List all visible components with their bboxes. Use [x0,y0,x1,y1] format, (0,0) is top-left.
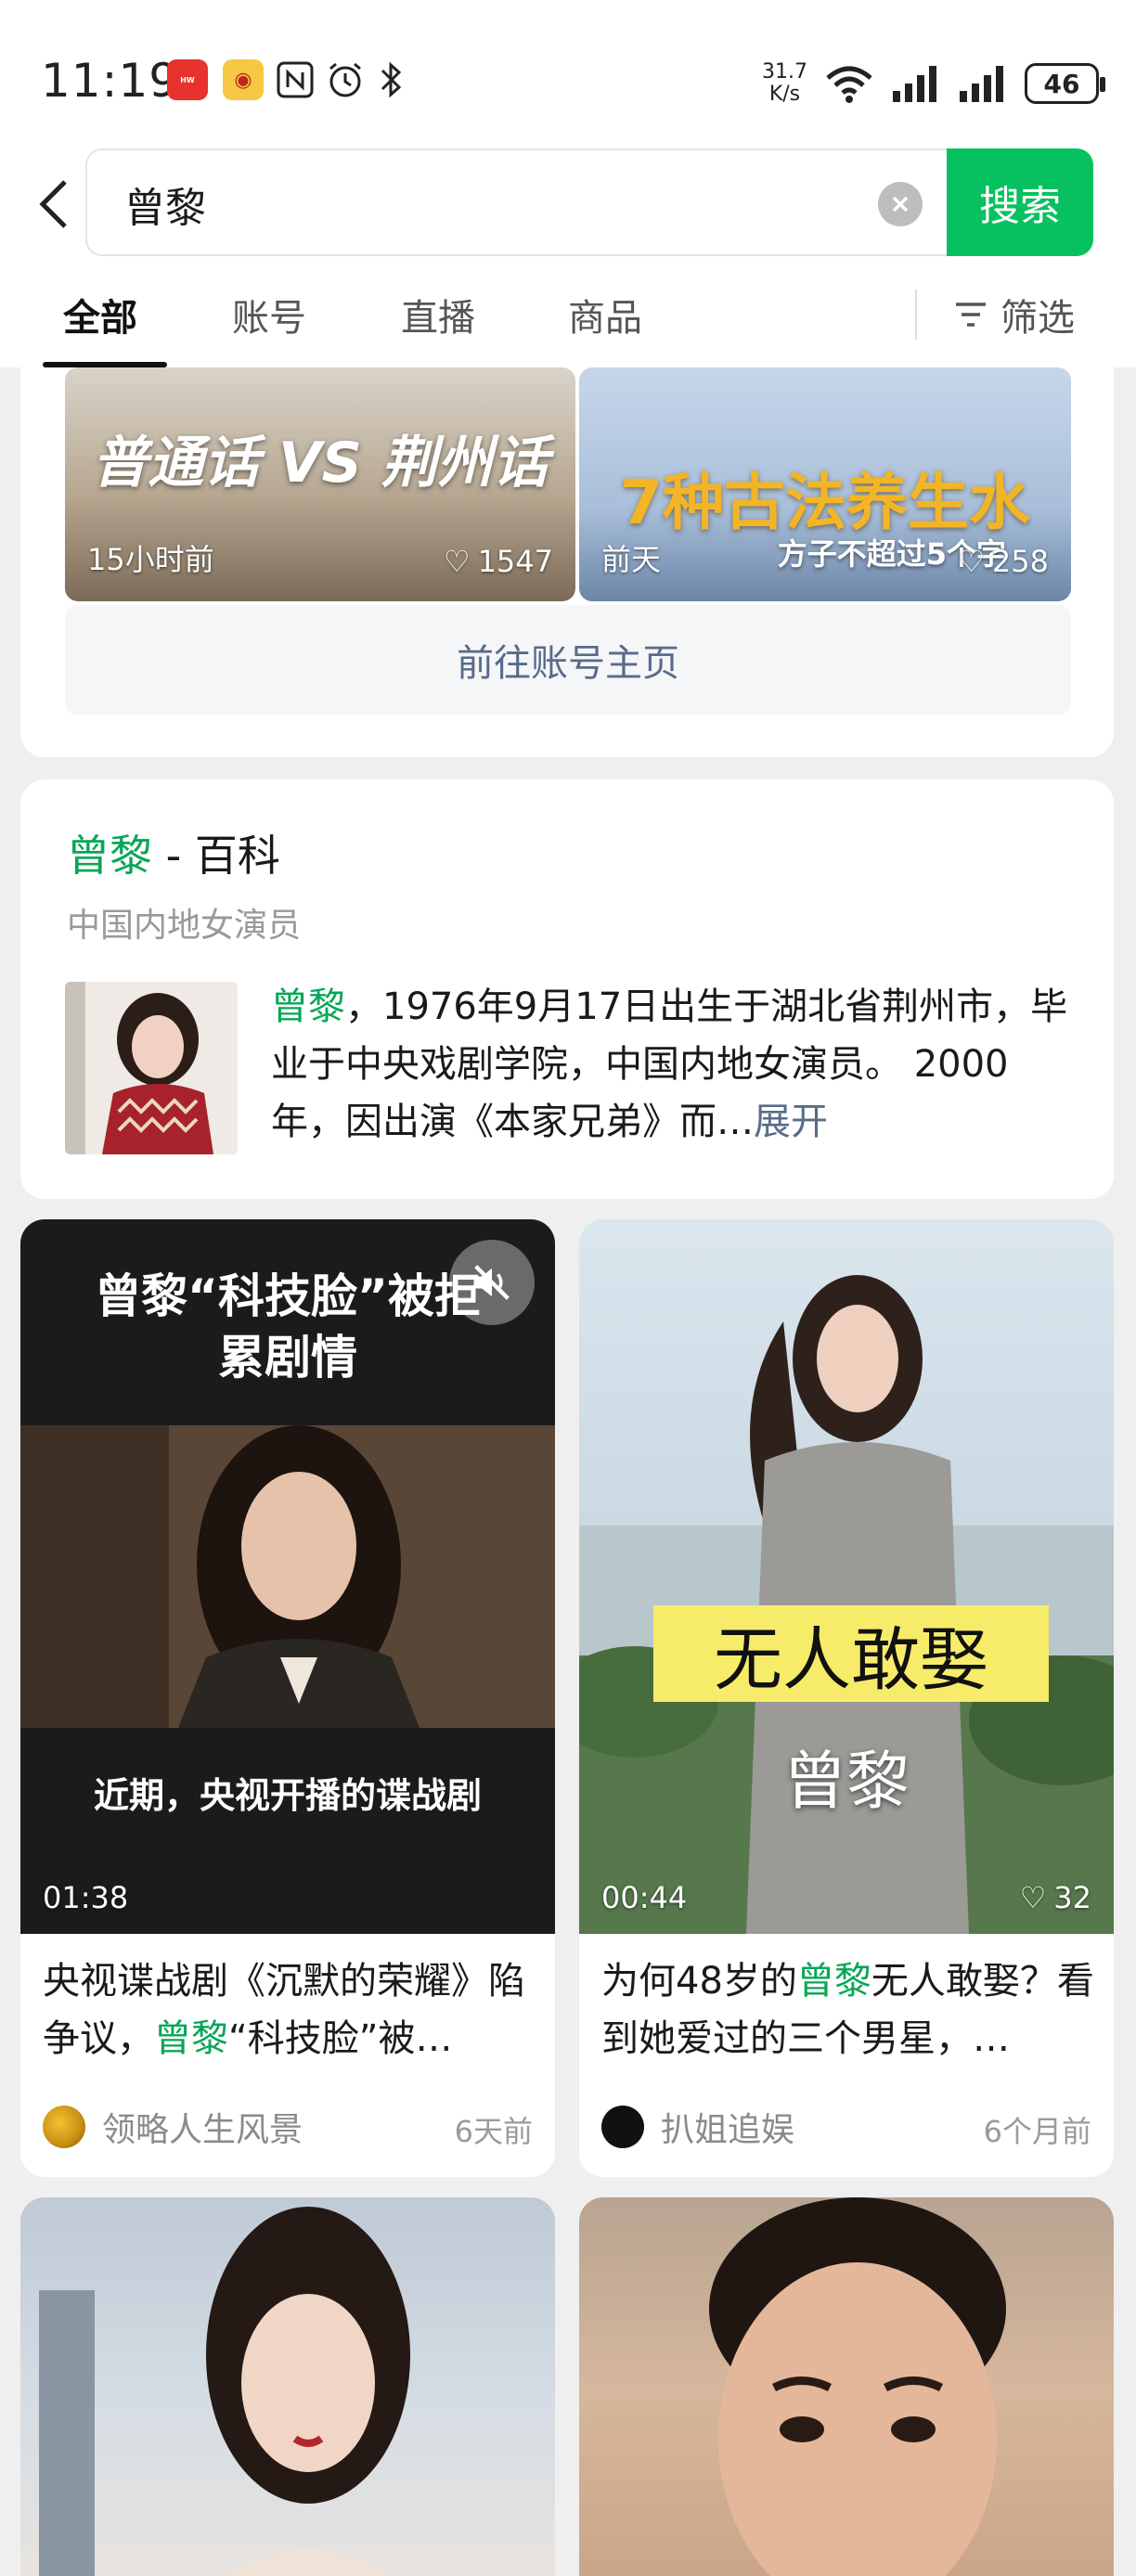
speaker-muted-icon [473,1265,510,1300]
video-likes: ♡ 32 [1020,1880,1091,1915]
battery-indicator: 46 [1025,63,1105,104]
search-box [85,148,1093,256]
mute-button[interactable] [449,1240,535,1325]
account-video-2-time: 前天 [601,542,662,577]
filter-button[interactable]: 筛选 [954,288,1075,341]
search-button[interactable]: 搜索 [947,148,1093,256]
account-video-2-title: 7种古法养生水 [620,467,1030,538]
expand-link[interactable]: 展开 [754,1101,828,1143]
likes-count: 258 [991,544,1049,579]
baike-photo [65,982,238,1154]
goto-account-button[interactable]: 前往账号主页 [65,605,1071,715]
close-icon [892,196,909,213]
net-speed-value: 31.7 [762,60,807,84]
video-time: 6个月前 [983,2114,1091,2149]
avatar [43,2106,85,2148]
baike-text-highlight: 曾黎 [271,985,345,1028]
title-highlight: 曾黎 [796,1960,871,2003]
cover-name: 曾黎 [782,1745,910,1819]
video-author[interactable]: 领略人生风景 [43,2101,303,2153]
baike-description: 曾黎，1976年9月17日出生于湖北省荆州市，毕业于中央戏剧学院，中国内地女演员… [271,978,1069,1151]
status-right: 31.7 K/s 46 [762,56,1105,111]
video-title: 为何48岁的曾黎无人敢娶？看到她爱过的三个男星，… [601,1952,1095,2067]
account-video-1-title: 普通话 VS 荆州话 [92,431,549,496]
heart-icon: ♡ [443,544,471,579]
baike-card[interactable]: 曾黎 - 百科 中国内地女演员 曾黎，1976年9月17日出生于湖北省荆州市，毕… [20,779,1114,1199]
video-duration: 00:44 [601,1880,688,1915]
weibo-icon: ◉ [223,59,264,100]
status-bar: 11:19 HW ◉ 31.7 K/s 46 [0,0,1136,148]
avatar [601,2106,644,2148]
baike-name: 曾黎 [67,831,152,881]
likes-count: 1547 [477,544,553,579]
filter-label: 筛选 [1000,297,1075,340]
alarm-icon [329,62,361,97]
clear-search-button[interactable] [878,182,923,226]
search-input[interactable] [124,176,830,232]
cover-photo [20,1425,555,1728]
baike-suffix: - 百科 [152,831,280,881]
search-results-page: 普通话 VS 荆州话 15小时前 ♡ 1547 7种古法养生水 方子不超过5个字… [0,0,1136,2576]
video-card-4[interactable] [579,2197,1114,2576]
title-highlight: 曾黎 [154,2017,228,2060]
net-speed-unit: K/s [768,83,801,106]
author-name: 扒姐追娱 [661,2111,795,2149]
video-card-3[interactable] [20,2197,555,2576]
bluetooth-icon [381,61,402,98]
tab-live[interactable]: 直播 [401,288,475,341]
video-cover-2: 无人敢娶 曾黎 00:44 ♡ 32 [579,1219,1114,1934]
baike-subtitle: 中国内地女演员 [67,907,302,945]
active-tab-indicator [43,362,167,367]
title-text: “科技脸”被… [228,2017,453,2060]
signal-icon [893,66,936,102]
account-video-1-time: 15小时前 [87,542,214,577]
video-author[interactable]: 扒姐追娱 [601,2101,794,2153]
baike-text-body: ，1976年9月17日出生于湖北省荆州市，毕业于中央戏剧学院，中国内地女演员。 … [271,985,1068,1143]
nfc-icon [277,61,314,98]
title-text: 为何48岁的 [601,1960,797,2003]
video-card-2[interactable]: 无人敢娶 曾黎 00:44 ♡ 32 为何48岁的曾黎无人敢娶？看到她爱过的三个… [579,1219,1114,2177]
chevron-left-icon [39,180,67,228]
tab-all[interactable]: 全部 [63,288,137,341]
cover-caption: 近期，央视开播的谍战剧 [93,1775,482,1816]
tab-divider [915,290,917,340]
header: 11:19 HW ◉ 31.7 K/s 46 曾黎 搜索 全部 账号 直播 商品… [0,0,1136,367]
heart-icon: ♡ [958,544,985,579]
network-speed: 31.7 K/s [762,61,807,106]
heart-icon: ♡ [1019,1880,1047,1915]
account-video-1[interactable]: 普通话 VS 荆州话 15小时前 ♡ 1547 [65,367,575,601]
tab-accounts[interactable]: 账号 [232,288,306,341]
account-video-2-likes: ♡ 258 [958,544,1049,579]
signal-icon-2 [960,66,1003,102]
tab-products[interactable]: 商品 [568,288,642,341]
status-time: 11:19 [41,54,180,108]
tab-bar: 全部 账号 直播 商品 筛选 [0,269,1136,367]
account-video-1-likes: ♡ 1547 [444,544,553,579]
account-video-2[interactable]: 7种古法养生水 方子不超过5个字 前天 ♡ 258 [579,367,1071,601]
wifi-icon [826,66,872,103]
filter-icon [956,303,986,327]
baike-title: 曾黎 - 百科 [67,822,280,883]
cover-title-line2: 累剧情 [218,1331,357,1385]
back-button[interactable] [32,176,76,232]
video-time: 6天前 [454,2114,533,2149]
huawei-app-icon: HW [167,59,208,100]
video-cover-1: 曾黎“科技脸”被拒 累剧情 近期，央视开播的谍战剧 01:38 [20,1219,555,1934]
likes-count: 32 [1053,1880,1091,1915]
video-card-1[interactable]: 曾黎“科技脸”被拒 累剧情 近期，央视开播的谍战剧 01:38 央视谍战剧《沉默… [20,1219,555,2177]
video-title: 央视谍战剧《沉默的荣耀》陷争议，曾黎“科技脸”被… [43,1952,536,2067]
video-duration: 01:38 [43,1880,129,1915]
account-videos-card: 普通话 VS 荆州话 15小时前 ♡ 1547 7种古法养生水 方子不超过5个字… [20,334,1114,757]
author-name: 领略人生风景 [102,2111,303,2149]
cover-banner: 无人敢娶 [653,1605,1049,1702]
